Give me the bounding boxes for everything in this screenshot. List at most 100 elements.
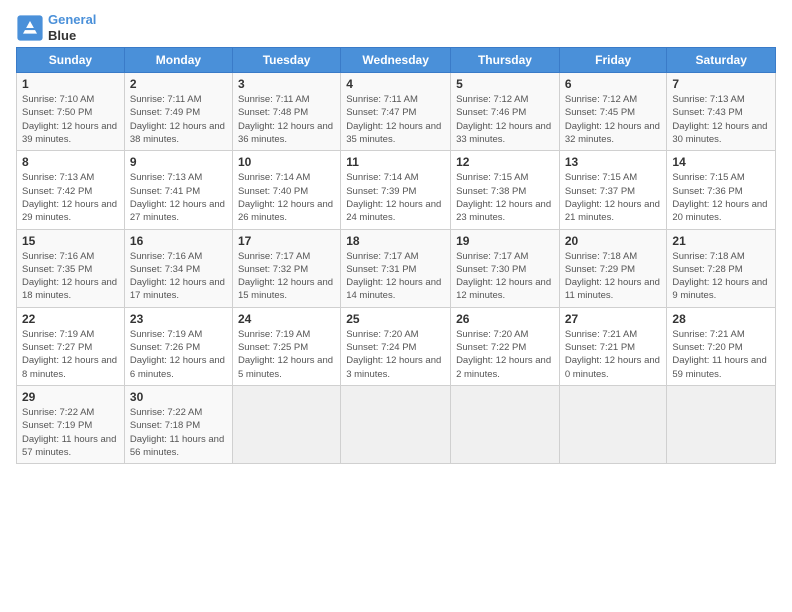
logo-icon	[16, 14, 44, 42]
day-detail: Sunrise: 7:10 AMSunset: 7:50 PMDaylight:…	[22, 93, 119, 146]
day-detail: Sunrise: 7:12 AMSunset: 7:46 PMDaylight:…	[456, 93, 554, 146]
calendar-cell	[232, 385, 340, 463]
day-number: 17	[238, 234, 335, 248]
day-number: 29	[22, 390, 119, 404]
calendar-cell: 28 Sunrise: 7:21 AMSunset: 7:20 PMDayligh…	[667, 307, 776, 385]
week-row-2: 8 Sunrise: 7:13 AMSunset: 7:42 PMDaylight…	[17, 151, 776, 229]
day-detail: Sunrise: 7:17 AMSunset: 7:32 PMDaylight:…	[238, 250, 335, 303]
calendar-cell: 6Sunrise: 7:12 AMSunset: 7:45 PMDaylight…	[559, 73, 667, 151]
day-number: 1	[22, 77, 119, 91]
day-detail: Sunrise: 7:13 AMSunset: 7:41 PMDaylight:…	[130, 171, 227, 224]
calendar-cell: 20Sunrise: 7:18 AMSunset: 7:29 PMDayligh…	[559, 229, 667, 307]
day-detail: Sunrise: 7:22 AMSunset: 7:19 PMDaylight:…	[22, 406, 119, 459]
day-detail: Sunrise: 7:21 AMSunset: 7:21 PMDaylight:…	[565, 328, 662, 381]
calendar-cell: 24 Sunrise: 7:19 AMSunset: 7:25 PMDayligh…	[232, 307, 340, 385]
day-detail: Sunrise: 7:22 AMSunset: 7:18 PMDaylight:…	[130, 406, 227, 459]
day-detail: Sunrise: 7:21 AMSunset: 7:20 PMDaylight:…	[672, 328, 770, 381]
calendar-cell: 1 Sunrise: 7:10 AMSunset: 7:50 PMDaylight…	[17, 73, 125, 151]
day-number: 27	[565, 312, 662, 326]
calendar-cell: 29 Sunrise: 7:22 AMSunset: 7:19 PMDayligh…	[17, 385, 125, 463]
day-header-wednesday: Wednesday	[341, 48, 451, 73]
calendar-cell: 22 Sunrise: 7:19 AMSunset: 7:27 PMDayligh…	[17, 307, 125, 385]
day-number: 25	[346, 312, 445, 326]
day-header-monday: Monday	[124, 48, 232, 73]
day-detail: Sunrise: 7:13 AMSunset: 7:42 PMDaylight:…	[22, 171, 119, 224]
day-number: 20	[565, 234, 662, 248]
day-number: 21	[672, 234, 770, 248]
day-number: 19	[456, 234, 554, 248]
day-detail: Sunrise: 7:18 AMSunset: 7:28 PMDaylight:…	[672, 250, 770, 303]
day-number: 12	[456, 155, 554, 169]
calendar-table: SundayMondayTuesdayWednesdayThursdayFrid…	[16, 47, 776, 464]
day-detail: Sunrise: 7:20 AMSunset: 7:22 PMDaylight:…	[456, 328, 554, 381]
day-detail: Sunrise: 7:11 AMSunset: 7:47 PMDaylight:…	[346, 93, 445, 146]
day-number: 7	[672, 77, 770, 91]
calendar-cell: 25 Sunrise: 7:20 AMSunset: 7:24 PMDayligh…	[341, 307, 451, 385]
day-detail: Sunrise: 7:11 AMSunset: 7:48 PMDaylight:…	[238, 93, 335, 146]
logo: General Blue	[16, 12, 96, 43]
day-detail: Sunrise: 7:19 AMSunset: 7:26 PMDaylight:…	[130, 328, 227, 381]
day-detail: Sunrise: 7:15 AMSunset: 7:37 PMDaylight:…	[565, 171, 662, 224]
calendar-cell: 14 Sunrise: 7:15 AMSunset: 7:36 PMDayligh…	[667, 151, 776, 229]
day-detail: Sunrise: 7:16 AMSunset: 7:34 PMDaylight:…	[130, 250, 227, 303]
day-detail: Sunrise: 7:15 AMSunset: 7:36 PMDaylight:…	[672, 171, 770, 224]
week-row-5: 29 Sunrise: 7:22 AMSunset: 7:19 PMDayligh…	[17, 385, 776, 463]
calendar-cell	[559, 385, 667, 463]
day-detail: Sunrise: 7:13 AMSunset: 7:43 PMDaylight:…	[672, 93, 770, 146]
day-number: 11	[346, 155, 445, 169]
day-number: 8	[22, 155, 119, 169]
calendar-cell: 21 Sunrise: 7:18 AMSunset: 7:28 PMDayligh…	[667, 229, 776, 307]
calendar-cell: 12 Sunrise: 7:15 AMSunset: 7:38 PMDayligh…	[451, 151, 560, 229]
day-number: 13	[565, 155, 662, 169]
calendar-cell: 30 Sunrise: 7:22 AMSunset: 7:18 PMDayligh…	[124, 385, 232, 463]
calendar-cell: 8 Sunrise: 7:13 AMSunset: 7:42 PMDaylight…	[17, 151, 125, 229]
calendar-cell: 10Sunrise: 7:14 AMSunset: 7:40 PMDayligh…	[232, 151, 340, 229]
calendar-cell: 13 Sunrise: 7:15 AMSunset: 7:37 PMDayligh…	[559, 151, 667, 229]
day-detail: Sunrise: 7:19 AMSunset: 7:27 PMDaylight:…	[22, 328, 119, 381]
day-number: 4	[346, 77, 445, 91]
day-detail: Sunrise: 7:19 AMSunset: 7:25 PMDaylight:…	[238, 328, 335, 381]
calendar-cell	[341, 385, 451, 463]
day-number: 23	[130, 312, 227, 326]
day-header-sunday: Sunday	[17, 48, 125, 73]
calendar-body: 1 Sunrise: 7:10 AMSunset: 7:50 PMDaylight…	[17, 73, 776, 464]
day-number: 18	[346, 234, 445, 248]
calendar-cell: 23 Sunrise: 7:19 AMSunset: 7:26 PMDayligh…	[124, 307, 232, 385]
day-header-row: SundayMondayTuesdayWednesdayThursdayFrid…	[17, 48, 776, 73]
calendar-cell: 7 Sunrise: 7:13 AMSunset: 7:43 PMDaylight…	[667, 73, 776, 151]
day-detail: Sunrise: 7:12 AMSunset: 7:45 PMDaylight:…	[565, 93, 662, 146]
week-row-4: 22 Sunrise: 7:19 AMSunset: 7:27 PMDayligh…	[17, 307, 776, 385]
day-detail: Sunrise: 7:14 AMSunset: 7:39 PMDaylight:…	[346, 171, 445, 224]
day-header-friday: Friday	[559, 48, 667, 73]
day-detail: Sunrise: 7:15 AMSunset: 7:38 PMDaylight:…	[456, 171, 554, 224]
calendar-cell	[667, 385, 776, 463]
day-number: 9	[130, 155, 227, 169]
calendar-cell: 4 Sunrise: 7:11 AMSunset: 7:47 PMDaylight…	[341, 73, 451, 151]
day-detail: Sunrise: 7:20 AMSunset: 7:24 PMDaylight:…	[346, 328, 445, 381]
day-number: 22	[22, 312, 119, 326]
calendar-cell: 9 Sunrise: 7:13 AMSunset: 7:41 PMDaylight…	[124, 151, 232, 229]
calendar-cell: 27 Sunrise: 7:21 AMSunset: 7:21 PMDayligh…	[559, 307, 667, 385]
day-detail: Sunrise: 7:14 AMSunset: 7:40 PMDaylight:…	[238, 171, 335, 224]
day-number: 28	[672, 312, 770, 326]
day-detail: Sunrise: 7:16 AMSunset: 7:35 PMDaylight:…	[22, 250, 119, 303]
calendar-cell: 17 Sunrise: 7:17 AMSunset: 7:32 PMDayligh…	[232, 229, 340, 307]
calendar-cell: 16Sunrise: 7:16 AMSunset: 7:34 PMDayligh…	[124, 229, 232, 307]
day-number: 24	[238, 312, 335, 326]
day-number: 26	[456, 312, 554, 326]
day-detail: Sunrise: 7:17 AMSunset: 7:31 PMDaylight:…	[346, 250, 445, 303]
day-number: 2	[130, 77, 227, 91]
day-number: 30	[130, 390, 227, 404]
calendar-cell: 3Sunrise: 7:11 AMSunset: 7:48 PMDaylight…	[232, 73, 340, 151]
logo-text: General Blue	[48, 12, 96, 43]
calendar-cell: 2Sunrise: 7:11 AMSunset: 7:49 PMDaylight…	[124, 73, 232, 151]
page-container: General Blue SundayMondayTuesdayWednesda…	[0, 0, 792, 476]
day-number: 14	[672, 155, 770, 169]
calendar-cell: 26 Sunrise: 7:20 AMSunset: 7:22 PMDayligh…	[451, 307, 560, 385]
calendar-cell: 5Sunrise: 7:12 AMSunset: 7:46 PMDaylight…	[451, 73, 560, 151]
week-row-3: 15Sunrise: 7:16 AMSunset: 7:35 PMDayligh…	[17, 229, 776, 307]
calendar-cell: 18 Sunrise: 7:17 AMSunset: 7:31 PMDayligh…	[341, 229, 451, 307]
day-detail: Sunrise: 7:17 AMSunset: 7:30 PMDaylight:…	[456, 250, 554, 303]
day-header-thursday: Thursday	[451, 48, 560, 73]
calendar-header: SundayMondayTuesdayWednesdayThursdayFrid…	[17, 48, 776, 73]
